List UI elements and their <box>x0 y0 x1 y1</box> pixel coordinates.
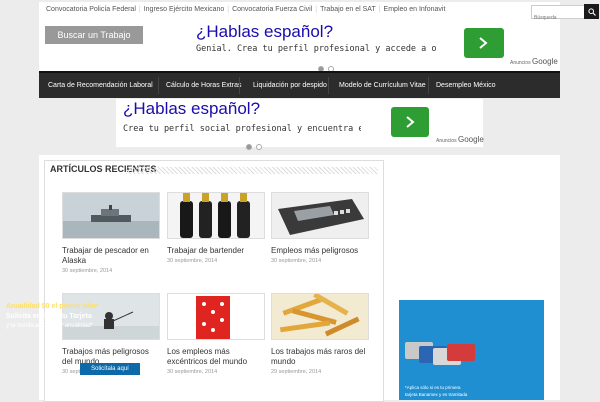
heading-stripe <box>126 167 378 174</box>
top-bar: Convocatoria Policía Federal | Ingreso Ejé… <box>39 2 599 24</box>
promo-cta-button[interactable]: Solicítala aquí <box>80 363 140 375</box>
article-thumbnail-dice[interactable] <box>167 293 265 340</box>
ad-title[interactable]: ¿Hablas español? <box>123 99 260 119</box>
article-thumbnail-recorder[interactable] <box>271 192 369 239</box>
article-thumbnail-fries[interactable] <box>271 292 369 340</box>
ad-label: Anuncios Google <box>436 135 484 144</box>
ad-pager <box>246 137 266 155</box>
search-icon <box>588 8 596 16</box>
promo-headline: Anualidad $0 el primer año* <box>6 303 99 310</box>
top-link-policia[interactable]: Convocatoria Policía Federal <box>43 6 139 13</box>
red-dice-image <box>168 294 264 339</box>
promo-fine-print: tarjeta Banamex y es tramitada <box>405 392 468 397</box>
nav-item-curriculum[interactable]: Modelo de Currículum Vitae <box>339 73 426 98</box>
article-title[interactable]: Empleos más peligrosos <box>271 246 369 256</box>
chevron-right-icon <box>406 116 415 128</box>
article-thumbnail-bottles[interactable] <box>167 192 265 239</box>
ad-banner-top[interactable]: ¿Hablas español? Genial. Crea tu perfil … <box>150 21 560 72</box>
article-title[interactable]: Los trabajos más raros del mundo <box>271 347 369 367</box>
nav-item-horas-extras[interactable]: Cálculo de Horas Extras <box>166 73 241 98</box>
beer-bottles-image <box>168 193 264 238</box>
article-date: 29 septiembre, 2014 <box>271 369 322 375</box>
nav-item-carta[interactable]: Carta de Recomendación Laboral <box>48 73 153 98</box>
search-button[interactable] <box>584 4 599 19</box>
article-title[interactable]: Trabajar de pescador en Alaska <box>62 246 160 266</box>
article-date: 30 septiembre, 2014 <box>271 258 322 264</box>
ad-title[interactable]: ¿Hablas español? <box>196 22 333 42</box>
top-links: Convocatoria Policía Federal | Ingreso Ejé… <box>43 6 448 13</box>
top-link-sat[interactable]: Trabajo en el SAT <box>317 6 379 13</box>
pager-dot[interactable] <box>256 144 262 150</box>
top-link-infonavit[interactable]: Empleo en Infonavit <box>381 6 449 13</box>
ship-in-fog-image <box>63 193 159 238</box>
top-link-ejercito[interactable]: Ingreso Ejército Mexicano <box>141 6 228 13</box>
article-title[interactable]: Los empleos más excéntricos del mundo <box>167 347 265 367</box>
chevron-right-icon <box>479 37 488 49</box>
article-thumbnail-ship[interactable] <box>62 192 160 239</box>
search-field[interactable] <box>531 5 585 24</box>
nav-item-desempleo[interactable]: Desempleo México <box>436 73 496 98</box>
pager-dot[interactable] <box>246 144 252 150</box>
article-date: 30 septiembre, 2014 <box>62 268 113 274</box>
ad-label: Anuncios Google <box>510 57 558 66</box>
ad-subtitle: Genial. Crea tu perfil profesional y acc… <box>196 44 436 54</box>
french-fries-image <box>272 292 368 339</box>
article-title[interactable]: Trabajar de bartender <box>167 246 265 256</box>
find-job-button[interactable]: Buscar un Trabajo <box>45 26 143 44</box>
nav-item-liquidacion[interactable]: Liquidación por despido <box>253 73 327 98</box>
ad-subtitle: Crea tu perfil social profesional y encu… <box>123 124 361 134</box>
top-link-fuerza-civil[interactable]: Convocatoria Fuerza Civil <box>229 6 315 13</box>
ad-arrow-button[interactable] <box>464 28 504 58</box>
ad-arrow-button[interactable] <box>391 107 429 137</box>
article-date: 30 septiembre, 2014 <box>167 258 218 264</box>
promo-subheadline: Solicita en línea tu Tarjeta <box>6 313 92 320</box>
promo-fine-print: *Aplica sólo si es tu primera <box>405 385 461 390</box>
main-nav: Carta de Recomendación Laboral Cálculo d… <box>39 71 560 98</box>
promo-bonus: y te bonificamos la 1ª anualidad* <box>6 323 93 329</box>
cassette-recorder-image <box>272 193 368 238</box>
ad-banner-middle[interactable]: ¿Hablas español? Crea tu perfil social p… <box>116 99 484 150</box>
article-date: 30 septiembre, 2014 <box>167 369 218 375</box>
